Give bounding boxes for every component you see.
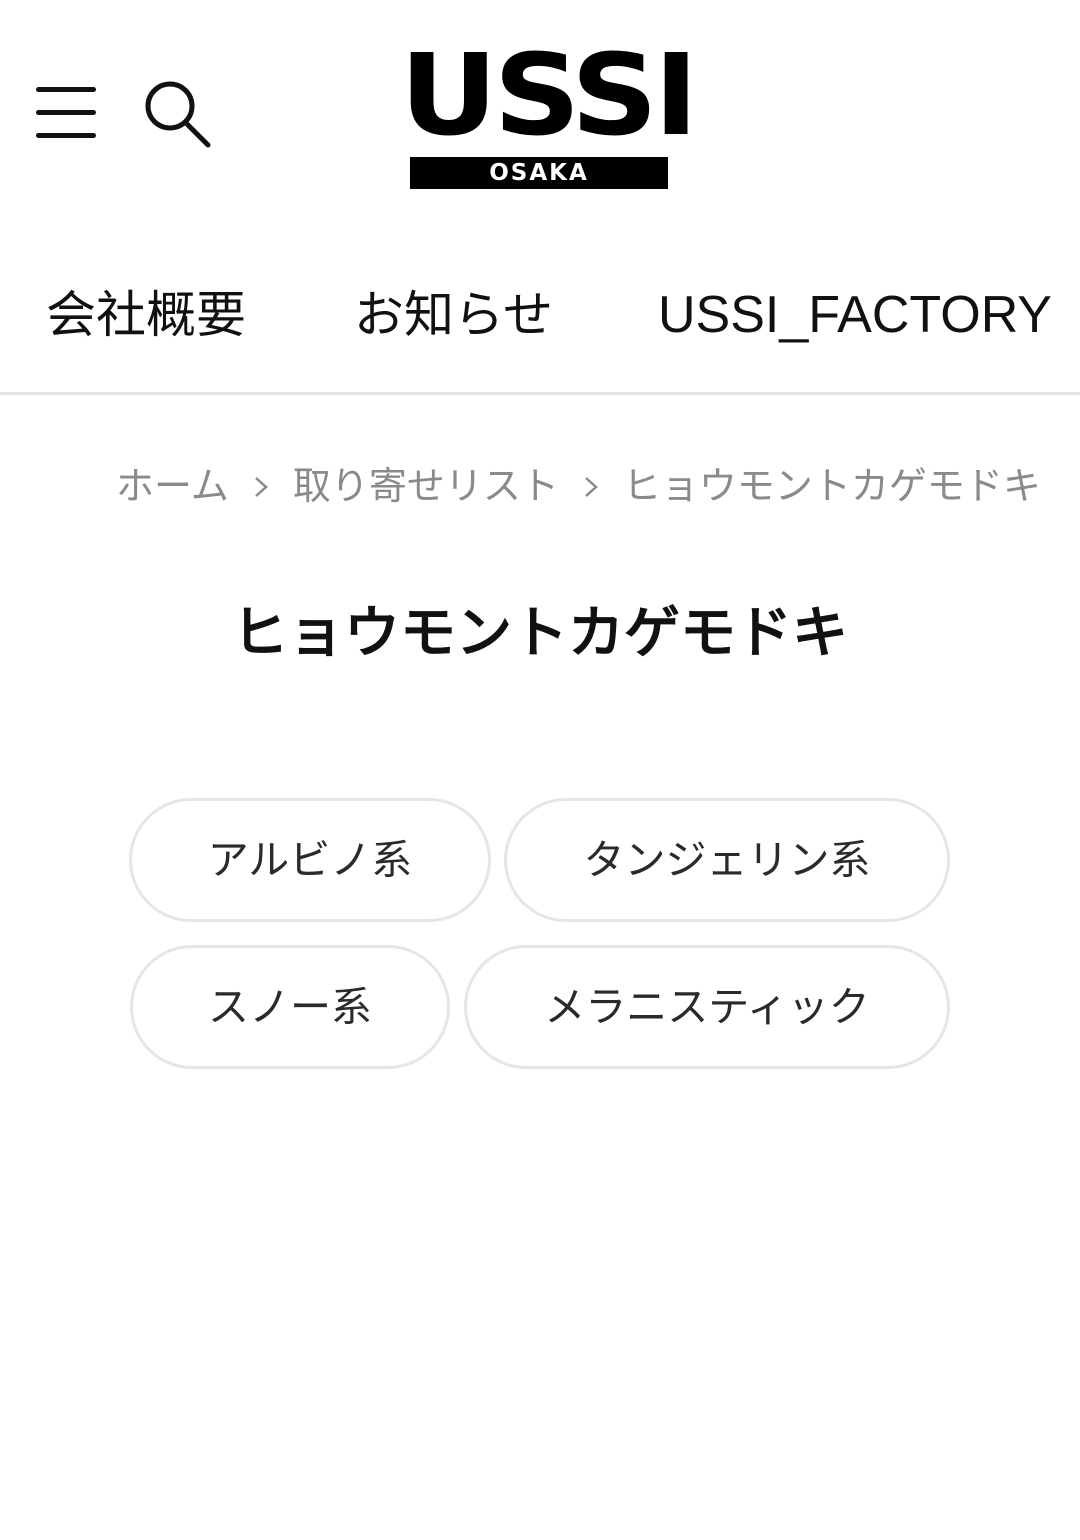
main-nav: 会社概要 お知らせ USSI_FACTORY bbox=[0, 250, 1080, 395]
tag-melanistic[interactable]: メラニスティック bbox=[464, 945, 950, 1069]
chevron-right-icon bbox=[229, 458, 293, 514]
breadcrumb-order-list[interactable]: 取り寄せリスト bbox=[293, 458, 559, 514]
page-title: ヒョウモントカゲモドキ bbox=[232, 601, 848, 666]
tag-snow[interactable]: スノー系 bbox=[130, 945, 450, 1069]
chevron-right-icon bbox=[559, 458, 623, 514]
logo-subtitle: OSAKA bbox=[410, 157, 668, 189]
tag-tangerine[interactable]: タンジェリン系 bbox=[504, 798, 950, 922]
nav-item-news[interactable]: お知らせ bbox=[354, 280, 553, 350]
tag-albino[interactable]: アルビノ系 bbox=[129, 798, 491, 922]
nav-item-company[interactable]: 会社概要 bbox=[46, 280, 246, 350]
site-header: USSI OSAKA bbox=[0, 0, 1080, 230]
menu-bar bbox=[36, 110, 96, 115]
search-icon-svg bbox=[145, 81, 211, 148]
logo-wordmark: USSI bbox=[399, 31, 699, 161]
breadcrumb-current: ヒョウモントカゲモドキ bbox=[622, 464, 1041, 508]
search-icon[interactable] bbox=[138, 76, 218, 156]
breadcrumb-home[interactable]: ホーム bbox=[116, 458, 229, 514]
nav-item-factory[interactable]: USSI_FACTORY bbox=[658, 280, 1052, 350]
breadcrumb: ホーム 取り寄せリスト ヒョウモントカゲモドキ bbox=[116, 458, 1080, 514]
menu-bar bbox=[36, 87, 96, 92]
hamburger-menu-icon[interactable] bbox=[30, 78, 102, 150]
menu-bar bbox=[36, 133, 96, 138]
site-logo[interactable]: USSI OSAKA bbox=[400, 40, 699, 192]
